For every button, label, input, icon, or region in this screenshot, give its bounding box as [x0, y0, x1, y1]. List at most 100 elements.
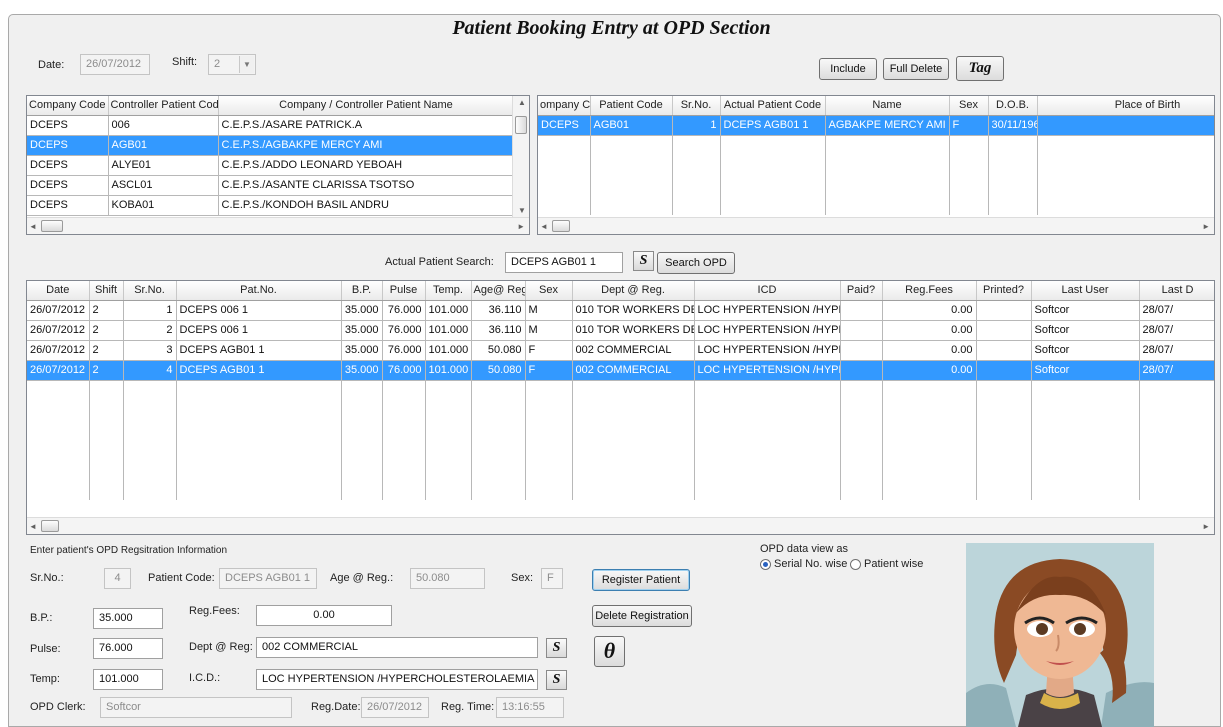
opd-grid-cell[interactable]: 36.110 — [471, 320, 526, 341]
opd-grid-cell[interactable]: Softcor — [1031, 320, 1140, 341]
opd-grid-cell[interactable]: 28/07/ — [1139, 360, 1214, 381]
opd-grid-cell[interactable]: LOC HYPERTENSION /HYPE — [694, 360, 841, 381]
scroll-right-icon[interactable]: ► — [517, 222, 525, 231]
opd-grid-cell[interactable]: 76.000 — [382, 300, 426, 321]
opd-grid-column-header[interactable]: Date — [27, 281, 90, 301]
company-grid-cell[interactable]: AGB01 — [108, 135, 219, 156]
opd-grid-cell[interactable]: 28/07/ — [1139, 320, 1214, 341]
opd-grid-cell[interactable]: M — [525, 300, 573, 321]
patient-grid-hscrollbar[interactable]: ◄ ► — [538, 217, 1214, 234]
company-grid-cell[interactable]: C.E.P.S./KONDOH BASIL ANDRU — [218, 195, 515, 216]
chevron-down-icon[interactable]: ▼ — [239, 56, 254, 73]
company-grid-cell[interactable]: C.E.P.S./AGBAKPE MERCY AMI — [218, 135, 515, 156]
opd-grid-cell[interactable]: 010 TOR WORKERS DE — [572, 300, 695, 321]
include-button[interactable]: Include — [819, 58, 877, 80]
opd-grid-cell[interactable]: 2 — [89, 340, 124, 361]
dept-search-icon[interactable]: S — [546, 638, 567, 658]
opd-grid-cell[interactable]: 35.000 — [341, 300, 383, 321]
opd-grid-column-header[interactable]: Shift — [89, 281, 124, 301]
opd-grid-cell[interactable]: 76.000 — [382, 340, 426, 361]
opd-grid-column-header[interactable]: Sex — [525, 281, 573, 301]
opd-grid-cell[interactable]: 0.00 — [882, 360, 977, 381]
opd-grid-column-header[interactable]: Printed? — [976, 281, 1032, 301]
opd-grid-cell[interactable]: 2 — [89, 360, 124, 381]
opd-grid-row[interactable]: 26/07/2012 2 3 DCEPS AGB01 1 35.000 76.000 101… — [27, 340, 1214, 361]
opd-grid-cell[interactable] — [840, 300, 883, 321]
opd-bookings-grid[interactable]: Date Shift Sr.No. Pat.No. B.P. Pulse Temp. Age@… — [26, 280, 1215, 535]
opd-grid-column-header[interactable]: Dept @ Reg. — [572, 281, 695, 301]
company-grid-column-header[interactable]: Controller Patient Code — [108, 96, 219, 116]
opd-grid-cell[interactable]: DCEPS 006 1 — [176, 320, 342, 341]
opd-grid-cell[interactable]: 50.080 — [471, 340, 526, 361]
opd-grid-cell[interactable]: LOC HYPERTENSION /HYPE — [694, 340, 841, 361]
opd-grid-column-header[interactable]: Pat.No. — [176, 281, 342, 301]
company-grid-cell[interactable]: DCEPS — [27, 135, 109, 156]
opd-grid-column-header[interactable]: ICD — [694, 281, 841, 301]
opd-grid-column-header[interactable]: Last D — [1139, 281, 1214, 301]
company-grid-cell[interactable]: ALYE01 — [108, 155, 219, 176]
opd-grid-column-header[interactable]: Reg.Fees — [882, 281, 977, 301]
patient-grid-column-header[interactable]: Name — [825, 96, 950, 116]
opd-grid-cell[interactable]: 35.000 — [341, 320, 383, 341]
patient-code-field[interactable]: DCEPS AGB01 1 — [219, 568, 317, 589]
opd-grid-cell[interactable]: LOC HYPERTENSION /HYPE — [694, 300, 841, 321]
opd-grid-cell[interactable]: Softcor — [1031, 340, 1140, 361]
opd-grid-cell[interactable]: F — [525, 360, 573, 381]
patient-grid-column-header[interactable]: Sr.No. — [672, 96, 721, 116]
opd-grid-cell[interactable]: 26/07/2012 — [27, 320, 90, 341]
opd-grid-cell[interactable]: 36.110 — [471, 300, 526, 321]
opd-grid-cell[interactable]: 002 COMMERCIAL — [572, 360, 695, 381]
patient-grid-hscroll-thumb[interactable] — [552, 220, 570, 232]
opd-grid-cell[interactable]: 0.00 — [882, 300, 977, 321]
icd-field[interactable]: LOC HYPERTENSION /HYPERCHOLESTEROLAEMIA — [256, 669, 538, 690]
opd-grid-cell[interactable] — [976, 360, 1032, 381]
opd-grid-column-header[interactable]: B.P. — [341, 281, 383, 301]
opd-grid-cell[interactable]: 1 — [123, 300, 177, 321]
tag-button[interactable]: Tag — [956, 56, 1004, 81]
company-grid-cell[interactable]: DCEPS — [27, 155, 109, 176]
opd-grid-column-header[interactable]: Last User — [1031, 281, 1140, 301]
age-field[interactable]: 50.080 — [410, 568, 485, 589]
patient-grid-cell[interactable]: DCEPS AGB01 1 — [720, 115, 826, 136]
scroll-down-icon[interactable]: ▼ — [518, 206, 526, 215]
srno-field[interactable]: 4 — [104, 568, 131, 589]
company-grid-cell[interactable]: DCEPS — [27, 195, 109, 216]
patient-grid-column-header[interactable]: Actual Patient Code — [720, 96, 826, 116]
company-grid-column-header[interactable]: Company / Controller Patient Name — [218, 96, 515, 116]
patient-grid-column-header[interactable]: Place of Birth — [1037, 96, 1214, 116]
opd-grid-hscrollbar[interactable]: ◄ ► — [27, 517, 1214, 534]
scroll-left-icon[interactable]: ◄ — [29, 222, 37, 231]
opd-grid-cell[interactable]: 26/07/2012 — [27, 360, 90, 381]
opd-grid-cell[interactable]: 101.000 — [425, 320, 472, 341]
opd-grid-cell[interactable]: DCEPS AGB01 1 — [176, 360, 342, 381]
opd-grid-cell[interactable]: 50.080 — [471, 360, 526, 381]
theta-icon[interactable]: θ — [594, 636, 625, 667]
company-grid-row[interactable]: DCEPS KOBA01 C.E.P.S./KONDOH BASIL ANDRU — [27, 195, 515, 216]
company-grid-row[interactable]: DCEPS AGB01 C.E.P.S./AGBAKPE MERCY AMI — [27, 135, 515, 156]
patient-grid-column-header[interactable]: Patient Code — [590, 96, 673, 116]
opd-grid-column-header[interactable]: Paid? — [840, 281, 883, 301]
date-field[interactable]: 26/07/2012 — [80, 54, 150, 75]
reg-time-field[interactable]: 13:16:55 — [496, 697, 564, 718]
company-grid-cell[interactable]: C.E.P.S./ADDO LEONARD YEBOAH — [218, 155, 515, 176]
opd-grid-cell[interactable] — [840, 340, 883, 361]
serial-wise-radio[interactable] — [760, 559, 771, 570]
company-grid-cell[interactable]: ASCL01 — [108, 175, 219, 196]
opd-grid-cell[interactable] — [976, 300, 1032, 321]
opd-grid-cell[interactable]: 26/07/2012 — [27, 340, 90, 361]
opd-grid-row[interactable]: 26/07/2012 2 4 DCEPS AGB01 1 35.000 76.000 101… — [27, 360, 1214, 381]
search-opd-button[interactable]: Search OPD — [657, 252, 735, 274]
full-delete-button[interactable]: Full Delete — [883, 58, 949, 80]
opd-grid-row[interactable]: 26/07/2012 2 2 DCEPS 006 1 35.000 76.000 101.0… — [27, 320, 1214, 341]
opd-grid-cell[interactable]: DCEPS AGB01 1 — [176, 340, 342, 361]
opd-grid-cell[interactable]: 28/07/ — [1139, 300, 1214, 321]
opd-grid-cell[interactable]: 35.000 — [341, 340, 383, 361]
icd-search-icon[interactable]: S — [546, 670, 567, 690]
scroll-left-icon[interactable]: ◄ — [29, 522, 37, 531]
reg-fees-field[interactable]: 0.00 — [256, 605, 392, 626]
company-patient-grid[interactable]: Company Code Controller Patient Code Compa… — [26, 95, 530, 235]
opd-grid-column-header[interactable]: Age@ Reg. — [471, 281, 526, 301]
company-grid-cell[interactable]: DCEPS — [27, 175, 109, 196]
company-grid-row[interactable]: DCEPS ALYE01 C.E.P.S./ADDO LEONARD YEBOAH — [27, 155, 515, 176]
opd-grid-cell[interactable]: Softcor — [1031, 300, 1140, 321]
